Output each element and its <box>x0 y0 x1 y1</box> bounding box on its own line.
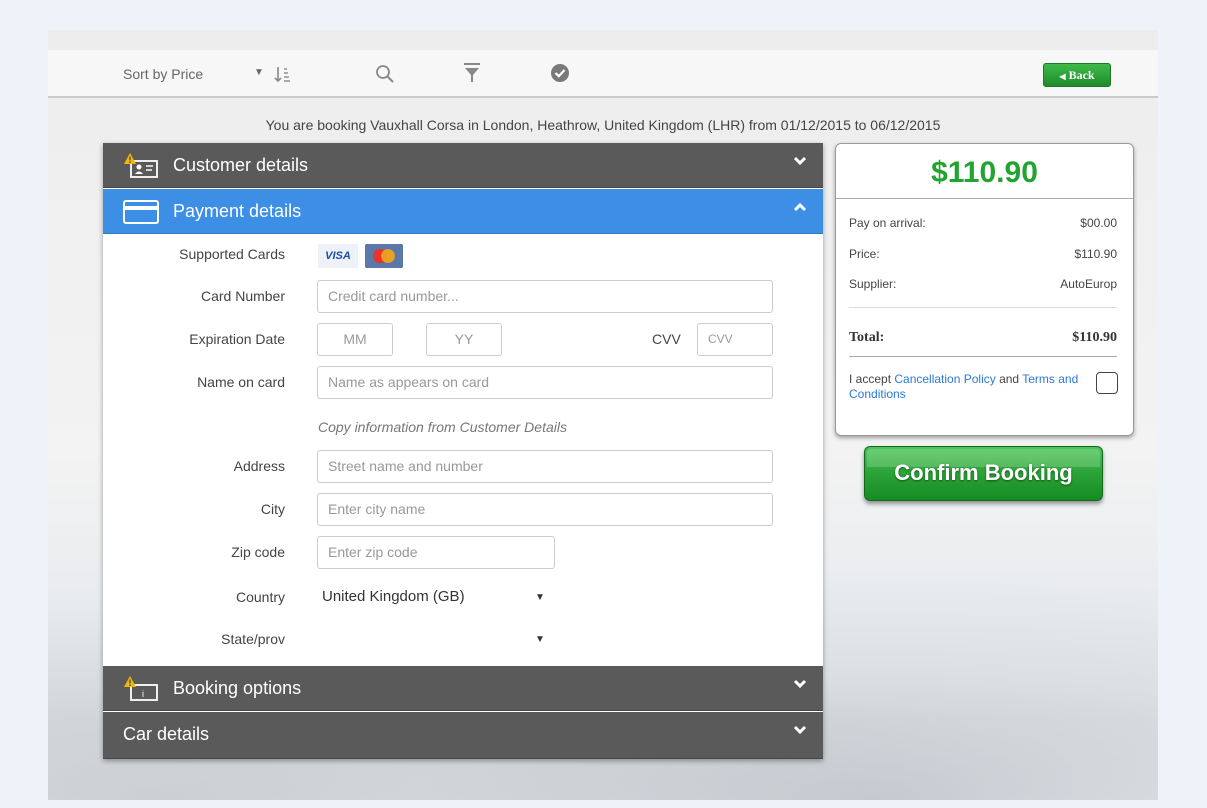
chevron-down-icon <box>793 679 807 689</box>
chevron-down-icon <box>793 725 807 735</box>
divider <box>849 307 1117 308</box>
accept-terms-text: I accept Cancellation Policy and Terms a… <box>849 372 1094 402</box>
accordion-payment-title: Payment details <box>173 201 302 221</box>
state-dropdown-caret[interactable]: ▼ <box>535 634 545 645</box>
total-value: $110.90 <box>1072 330 1117 345</box>
expiration-year-input[interactable]: YY <box>426 323 502 356</box>
booking-form-panel: Customer details Payment details Support… <box>103 143 823 759</box>
credit-card-icon <box>123 200 159 224</box>
confirm-booking-label: Confirm Booking <box>894 460 1073 485</box>
price-summary-panel: $110.90 Pay on arrival: $00.00 Price: $1… <box>835 143 1134 436</box>
supplier-value: AutoEurop <box>1060 277 1117 291</box>
accordion-customer-title: Customer details <box>173 155 309 175</box>
state-prov-label: State/prov <box>221 631 285 647</box>
divider <box>849 356 1117 357</box>
svg-text:i: i <box>142 689 144 699</box>
mastercard-icon <box>365 244 403 268</box>
zip-code-label: Zip code <box>231 544 285 560</box>
id-card-warning-icon <box>124 153 158 178</box>
sort-dropdown-caret[interactable]: ▼ <box>254 67 264 78</box>
card-number-input[interactable]: Credit card number... <box>317 280 773 313</box>
price-value: $110.90 <box>1074 247 1118 261</box>
city-label: City <box>260 501 285 517</box>
country-select[interactable]: United Kingdom (GB) <box>322 588 465 605</box>
back-button-label: Back <box>1068 68 1095 82</box>
accordion-car-title: Car details <box>123 724 210 744</box>
accordion-car-details[interactable]: Car details <box>103 712 823 759</box>
country-label: Country <box>235 589 285 605</box>
confirm-booking-button[interactable]: Confirm Booking <box>864 446 1103 501</box>
accept-and: and <box>995 372 1023 386</box>
pay-on-arrival-row: Pay on arrival: $00.00 <box>849 216 1117 230</box>
total-price-headline: $110.90 <box>931 156 1038 189</box>
total-label: Total: <box>849 330 885 345</box>
pay-on-arrival-label: Pay on arrival: <box>849 216 926 230</box>
supplier-row: Supplier: AutoEurop <box>849 277 1117 291</box>
expiration-month-input[interactable]: MM <box>317 323 393 356</box>
back-button[interactable]: ◀ Back <box>1043 63 1111 87</box>
pay-on-arrival-value: $00.00 <box>1080 216 1117 230</box>
price-label: Price: <box>849 247 880 261</box>
price-row: Price: $110.90 <box>849 247 1117 261</box>
sort-by-dropdown[interactable]: Sort by Price <box>123 66 203 82</box>
accept-prefix: I accept <box>849 372 895 386</box>
card-number-label: Card Number <box>200 288 285 304</box>
accordion-booking-title: Booking options <box>173 678 302 698</box>
cvv-input[interactable]: CVV <box>697 323 773 356</box>
sort-icon[interactable] <box>273 64 293 84</box>
copy-customer-details-link[interactable]: Copy information from Customer Details <box>318 419 567 435</box>
supported-cards-label: Supported Cards <box>179 246 285 262</box>
chevron-down-icon <box>793 156 807 166</box>
name-on-card-label: Name on card <box>197 374 285 390</box>
address-input[interactable]: Street name and number <box>317 450 773 483</box>
cvv-label: CVV <box>652 331 681 347</box>
address-label: Address <box>233 458 285 474</box>
info-card-warning-icon: i <box>124 676 158 701</box>
name-on-card-input[interactable]: Name as appears on card <box>317 366 773 399</box>
city-input[interactable]: Enter city name <box>317 493 773 526</box>
accordion-customer-details[interactable]: Customer details <box>103 143 823 188</box>
app-stage: Sort by Price ▼ ◀ Back You are booking Va… <box>48 30 1158 800</box>
accept-terms-checkbox[interactable] <box>1096 372 1118 394</box>
booking-summary-text: You are booking Vauxhall Corsa in London… <box>265 117 941 133</box>
divider <box>836 198 1133 199</box>
supplier-label: Supplier: <box>849 277 897 291</box>
chevron-up-icon <box>793 202 807 212</box>
back-arrow-icon: ◀ <box>1059 72 1066 81</box>
search-icon[interactable] <box>375 64 395 84</box>
toolbar: Sort by Price ▼ ◀ Back <box>48 50 1158 98</box>
total-row: Total: $110.90 <box>849 330 1117 346</box>
country-dropdown-caret[interactable]: ▼ <box>535 592 545 603</box>
accordion-booking-options[interactable]: i Booking options <box>103 666 823 711</box>
accordion-payment-details[interactable]: Payment details <box>103 189 823 234</box>
visa-card-icon: VISA <box>318 244 358 268</box>
zip-code-input[interactable]: Enter zip code <box>317 536 555 569</box>
check-circle-icon[interactable] <box>549 62 571 84</box>
cancellation-policy-link[interactable]: Cancellation Policy <box>894 372 995 386</box>
filter-icon[interactable] <box>462 62 482 84</box>
expiration-date-label: Expiration Date <box>189 331 285 347</box>
